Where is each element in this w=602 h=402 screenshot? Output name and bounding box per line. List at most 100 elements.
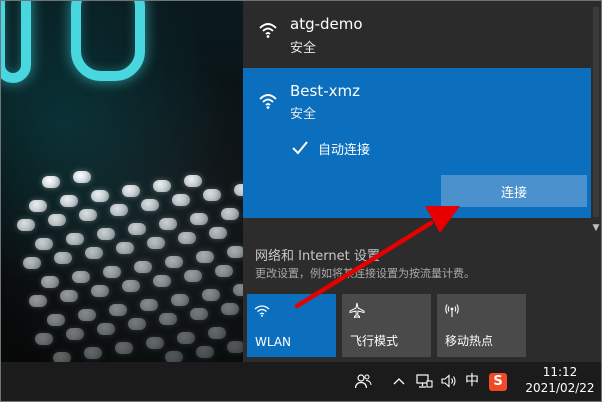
network-settings-description: 更改设置，例如将某连接设置为按流量计费。 xyxy=(255,267,475,280)
wifi-secured-icon xyxy=(259,94,277,109)
wallpaper-dot xyxy=(140,299,158,311)
auto-connect-checkbox[interactable]: 自动连接 xyxy=(290,138,370,158)
hotspot-icon xyxy=(445,304,459,317)
auto-connect-label: 自动连接 xyxy=(318,142,371,158)
wallpaper-dot xyxy=(227,341,243,353)
airplane-mode-tile[interactable]: 飞行模式 xyxy=(342,294,431,357)
wallpaper-dot xyxy=(165,256,183,268)
people-icon[interactable] xyxy=(354,372,372,390)
wallpaper-dot xyxy=(165,351,183,362)
wallpaper-dot xyxy=(122,280,140,292)
wallpaper-dot xyxy=(103,266,121,278)
wallpaper-dot xyxy=(184,270,202,282)
taskbar: 中 S 11:12 2021/02/22 xyxy=(1,362,601,401)
network-item-atg-demo[interactable]: atg-demo 安全 xyxy=(243,1,591,68)
wlan-toggle-tile[interactable]: WLAN xyxy=(247,294,336,357)
wallpaper-dot xyxy=(115,342,133,354)
wallpaper-dot xyxy=(84,347,102,359)
network-status: 安全 xyxy=(290,41,317,56)
neon-shape xyxy=(71,1,145,81)
wallpaper-dot xyxy=(60,195,78,207)
airplane-icon xyxy=(349,302,365,318)
wallpaper-dot xyxy=(208,327,226,339)
wallpaper-dot xyxy=(184,175,202,187)
scrollbar-thumb[interactable] xyxy=(593,7,599,217)
wallpaper-dot xyxy=(54,252,72,264)
wallpaper-dot xyxy=(47,314,65,326)
wallpaper-dot xyxy=(53,352,71,362)
wallpaper-dot xyxy=(209,227,227,239)
wifi-icon xyxy=(254,305,270,317)
wallpaper-dot xyxy=(66,328,84,340)
wallpaper-dot xyxy=(48,214,66,226)
wallpaper-dot xyxy=(190,308,208,320)
wallpaper-dot xyxy=(196,346,214,358)
wallpaper-dot xyxy=(78,309,96,321)
sogou-ime-icon[interactable]: S xyxy=(489,373,507,391)
wallpaper-dot xyxy=(116,242,134,254)
wallpaper-dot xyxy=(134,261,152,273)
wallpaper-dot xyxy=(91,190,109,202)
wallpaper-dot xyxy=(203,189,221,201)
wallpaper-dot xyxy=(85,247,103,259)
wallpaper-dot xyxy=(159,313,177,325)
wallpaper-dot xyxy=(97,228,115,240)
wallpaper-dot xyxy=(153,275,171,287)
network-settings-link[interactable]: 网络和 Internet 设置 xyxy=(255,245,380,264)
neon-shape xyxy=(1,1,31,83)
network-name: Best-xmz xyxy=(290,82,360,100)
wallpaper-dot xyxy=(141,199,159,211)
wallpaper-dot xyxy=(202,289,220,301)
wallpaper-dot xyxy=(215,265,233,277)
wallpaper-dot xyxy=(60,290,78,302)
wallpaper-dot xyxy=(177,332,195,344)
wallpaper-dot xyxy=(159,218,177,230)
network-status-icon[interactable] xyxy=(415,372,433,390)
clock-time: 11:12 xyxy=(542,365,578,379)
scrollbar[interactable]: ▼ xyxy=(591,1,601,233)
screen: atg-demo 安全 Best-xmz 安全 自动连接 连接 ▼ 网络和 In… xyxy=(0,0,602,402)
network-item-best-xmz[interactable]: Best-xmz 安全 自动连接 连接 xyxy=(243,68,591,218)
scroll-down-icon[interactable]: ▼ xyxy=(591,223,601,233)
wallpaper-dot xyxy=(73,171,91,183)
network-flyout: atg-demo 安全 Best-xmz 安全 自动连接 连接 ▼ 网络和 In… xyxy=(243,1,601,362)
wallpaper-dot xyxy=(23,257,41,269)
wallpaper-dot xyxy=(35,238,53,250)
wallpaper-dot xyxy=(72,271,90,283)
quick-action-tiles: WLAN 飞行模式 移动热点 xyxy=(247,294,526,357)
volume-icon[interactable] xyxy=(440,372,458,390)
wallpaper-dot xyxy=(146,337,164,349)
wallpaper-dot xyxy=(221,303,239,315)
chevron-up-icon[interactable] xyxy=(393,372,405,390)
wallpaper-dot xyxy=(147,237,165,249)
wallpaper-dot xyxy=(29,200,47,212)
wallpaper-dot xyxy=(227,246,243,258)
checkmark-icon xyxy=(290,138,310,158)
connect-button[interactable]: 连接 xyxy=(441,175,587,207)
wallpaper-dot xyxy=(171,294,189,306)
wallpaper-dot xyxy=(97,323,115,335)
wallpaper-dot xyxy=(109,304,127,316)
tile-label: WLAN xyxy=(255,335,292,349)
wallpaper-dot xyxy=(128,223,146,235)
desktop-wallpaper xyxy=(1,1,243,362)
input-mode-indicator[interactable]: 中 xyxy=(464,372,480,390)
wallpaper-dot xyxy=(178,232,196,244)
wallpaper-dot xyxy=(29,295,47,307)
wallpaper-dot xyxy=(122,185,140,197)
clock[interactable]: 11:12 2021/02/22 xyxy=(521,364,599,396)
wallpaper-dot xyxy=(42,176,60,188)
clock-date: 2021/02/22 xyxy=(525,381,595,395)
wallpaper-dot xyxy=(172,194,190,206)
wallpaper-dot xyxy=(91,285,109,297)
wallpaper-dot xyxy=(110,204,128,216)
wallpaper-dot xyxy=(221,208,239,220)
wallpaper-dot xyxy=(41,276,59,288)
wallpaper-dot xyxy=(66,233,84,245)
tile-label: 移动热点 xyxy=(445,334,494,348)
tile-label: 飞行模式 xyxy=(350,334,399,348)
wallpaper-dot xyxy=(79,209,97,221)
wifi-secured-icon xyxy=(259,23,277,38)
wallpaper-dot xyxy=(153,180,171,192)
mobile-hotspot-tile[interactable]: 移动热点 xyxy=(437,294,526,357)
